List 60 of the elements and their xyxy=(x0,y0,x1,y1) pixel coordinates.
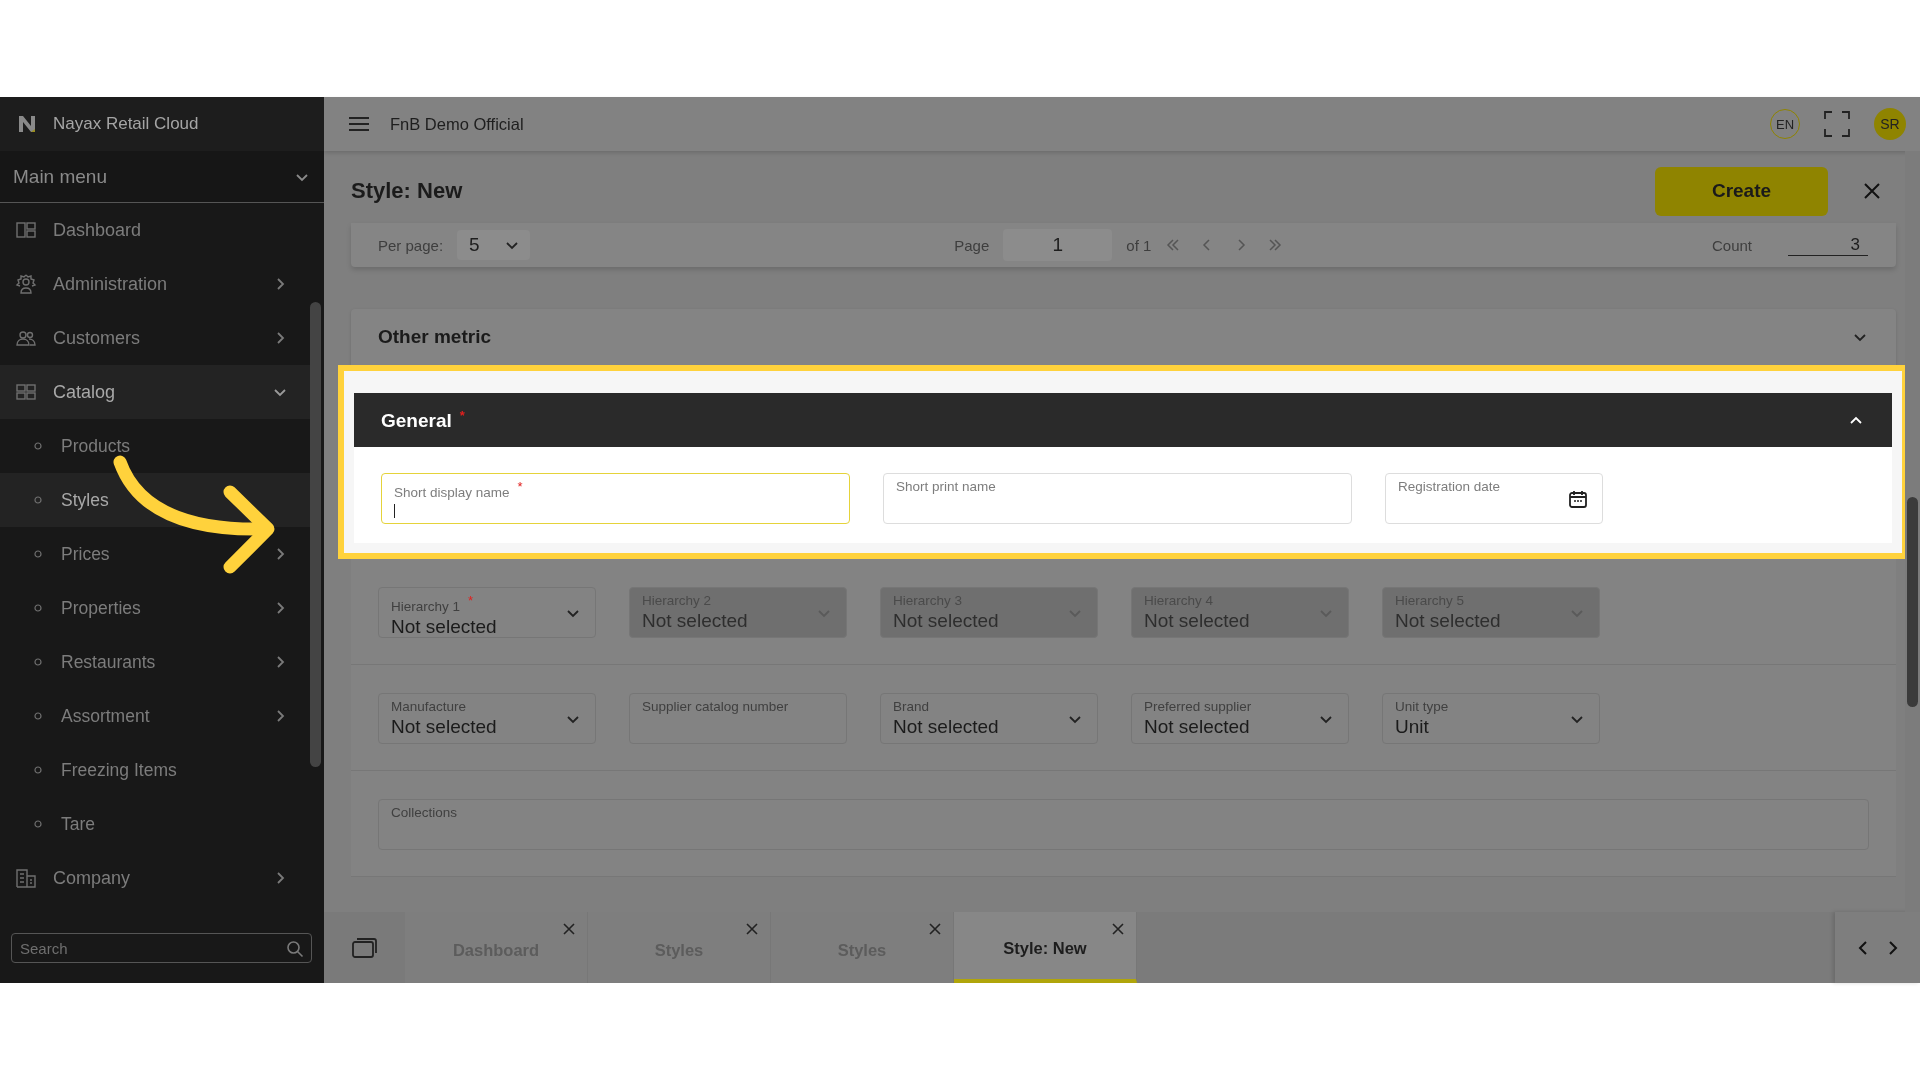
sidebar-item[interactable]: Catalog xyxy=(0,365,310,419)
dropdown-field[interactable]: Manufacture Not selected xyxy=(378,693,596,744)
close-icon[interactable] xyxy=(563,923,575,935)
date-field[interactable]: Registration date xyxy=(1385,473,1603,524)
dashboard-icon xyxy=(15,219,37,241)
sidebar-subitem[interactable]: Tare xyxy=(0,797,310,851)
text-field[interactable]: Short print name xyxy=(883,473,1352,524)
bullet-icon xyxy=(34,766,42,774)
fullscreen-icon[interactable] xyxy=(1824,111,1850,137)
menu-icon[interactable] xyxy=(349,116,369,132)
tab[interactable]: Style: New xyxy=(954,912,1137,983)
bullet-icon xyxy=(34,658,42,666)
page-title: Style: New xyxy=(351,178,463,204)
building-icon xyxy=(15,867,37,889)
page-label: Page xyxy=(954,236,990,254)
close-icon[interactable] xyxy=(1863,182,1881,200)
sidebar-subitem[interactable]: Products xyxy=(0,419,310,473)
sidebar-subitem[interactable]: Properties xyxy=(0,581,310,635)
per-page-label: Per page: xyxy=(378,236,444,254)
sidebar-subitem[interactable]: Assortment xyxy=(0,689,310,743)
bullet-icon xyxy=(34,550,42,558)
sidebar-item[interactable]: Customers xyxy=(0,311,310,365)
gear-person-icon xyxy=(15,273,37,295)
scrollbar[interactable] xyxy=(310,302,321,767)
search-icon xyxy=(286,940,304,958)
create-button[interactable]: Create xyxy=(1655,166,1828,216)
text-field[interactable]: Supplier catalog number xyxy=(629,693,847,744)
close-icon[interactable] xyxy=(1112,923,1124,935)
page-count: of 1 xyxy=(1126,236,1152,254)
sidebar-subitem[interactable]: Freezing Items xyxy=(0,743,310,797)
bullet-icon xyxy=(34,712,42,720)
page-field[interactable]: 1 xyxy=(1003,229,1113,261)
count-label: Count xyxy=(1712,236,1752,254)
calendar-icon xyxy=(1568,489,1588,509)
bullet-icon xyxy=(34,820,42,828)
workspace-name: FnB Demo Official xyxy=(390,114,524,134)
bullet-icon xyxy=(34,442,42,450)
sidebar-item[interactable]: Dashboard xyxy=(0,203,310,257)
sidebar-item[interactable]: Company xyxy=(0,851,310,905)
count-value: 3 xyxy=(1788,234,1868,256)
windows-icon[interactable] xyxy=(351,936,378,959)
grid-icon xyxy=(15,381,37,403)
logo-icon xyxy=(17,114,37,134)
text-field[interactable]: Collections xyxy=(378,799,1869,850)
user-avatar[interactable]: SR xyxy=(1874,108,1906,140)
dropdown-field[interactable]: Preferred supplier Not selected xyxy=(1131,693,1349,744)
app-name: Nayax Retail Cloud xyxy=(53,114,199,134)
bullet-icon xyxy=(34,604,42,612)
dropdown-field[interactable]: Unit type Unit xyxy=(1382,693,1600,744)
sidebar-subitem[interactable]: Prices xyxy=(0,527,310,581)
section-header[interactable]: General $^{*}$ xyxy=(354,393,1892,447)
close-icon[interactable] xyxy=(746,923,758,935)
search-field[interactable]: Search xyxy=(11,933,312,963)
bullet-icon xyxy=(34,496,42,504)
sidebar-subitem[interactable]: Restaurants xyxy=(0,635,310,689)
dropdown-field[interactable]: Brand Not selected xyxy=(880,693,1098,744)
close-icon[interactable] xyxy=(929,923,941,935)
section-header[interactable]: Other metric xyxy=(351,309,1896,365)
sidebar-item[interactable]: Administration xyxy=(0,257,310,311)
per-page-dropdown[interactable]: 5 xyxy=(457,230,530,260)
